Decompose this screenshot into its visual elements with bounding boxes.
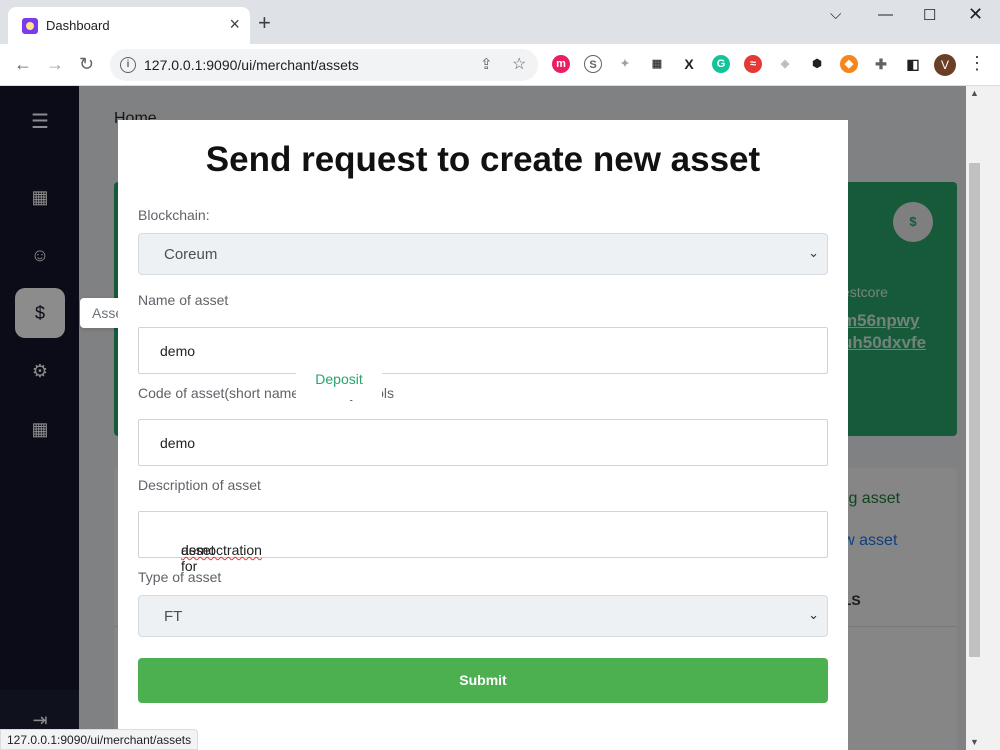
- page-viewport: ☰ ▦ ☺ $ ⚙ ▦ ⇥ Home $ estcore m56npwy uh5…: [0, 86, 966, 750]
- close-window-icon[interactable]: ✕: [968, 4, 983, 25]
- site-info-icon[interactable]: i: [120, 57, 136, 73]
- sidepanel-icon[interactable]: ◧: [904, 55, 922, 73]
- qr-icon[interactable]: ▦: [648, 55, 666, 73]
- browser-tab[interactable]: Dashboard ×: [8, 7, 250, 44]
- new-tab-icon[interactable]: +: [258, 12, 271, 34]
- metamask-icon[interactable]: ◆: [840, 55, 858, 73]
- type-label: Type of asset: [138, 569, 222, 585]
- chevron-down-icon: ⌄: [808, 245, 819, 260]
- maximize-icon[interactable]: ☐: [923, 6, 936, 24]
- submit-button[interactable]: Submit: [138, 658, 828, 703]
- more-menu-icon[interactable]: ⋮: [968, 53, 986, 74]
- tab-close-icon[interactable]: ×: [229, 15, 240, 33]
- code-value: demo: [160, 435, 196, 451]
- description-label: Description of asset: [138, 477, 261, 493]
- share-icon[interactable]: ⇪: [480, 55, 493, 73]
- x-icon[interactable]: X: [680, 55, 698, 73]
- chevron-down-icon: ⌄: [808, 607, 819, 622]
- scroll-down-icon[interactable]: ▼: [966, 737, 983, 747]
- skype-icon[interactable]: S: [584, 55, 602, 73]
- favicon-icon: [22, 18, 38, 34]
- forward-icon[interactable]: →: [46, 54, 64, 74]
- blockchain-label: Blockchain:: [138, 207, 210, 223]
- type-value: FT: [164, 608, 183, 625]
- scroll-thumb[interactable]: [969, 163, 980, 657]
- create-asset-modal: Send request to create new asset Blockch…: [118, 120, 848, 750]
- extension-grey-icon[interactable]: ◈: [776, 55, 794, 73]
- minimize-icon[interactable]: —: [878, 6, 893, 23]
- extension-red-icon[interactable]: ≈: [744, 55, 762, 73]
- status-bubble: 127.0.0.1:9090/ui/merchant/assets: [0, 729, 199, 750]
- cube-icon[interactable]: ⬢: [808, 55, 826, 73]
- scroll-up-icon[interactable]: ▲: [966, 88, 983, 98]
- name-label: Name of asset: [138, 292, 229, 308]
- name-value: demo: [160, 343, 196, 359]
- extension-m-icon[interactable]: m: [552, 55, 570, 73]
- description-input[interactable]: asset for democtration: [138, 511, 828, 574]
- address-bar[interactable]: i 127.0.0.1:9090/ui/merchant/assets ⇪ ☆: [110, 49, 538, 81]
- blockchain-value: Coreum: [164, 246, 218, 263]
- type-select[interactable]: FT ⌄: [138, 595, 828, 637]
- back-icon[interactable]: ←: [14, 54, 32, 74]
- puzzle-icon[interactable]: ✚: [872, 55, 890, 73]
- description-misspelled: democtration: [181, 542, 262, 558]
- profile-avatar[interactable]: V: [934, 54, 956, 76]
- blockchain-select[interactable]: Coreum ⌄: [138, 233, 828, 275]
- name-input[interactable]: demo: [138, 327, 828, 374]
- deposit-tab[interactable]: Deposit: [296, 356, 382, 400]
- address-url[interactable]: 127.0.0.1:9090/ui/merchant/assets: [144, 57, 359, 73]
- bird-icon[interactable]: ✦: [616, 55, 634, 73]
- chevron-down-icon[interactable]: ⌵: [830, 6, 841, 23]
- code-input[interactable]: demo: [138, 419, 828, 466]
- bookmark-star-icon[interactable]: ☆: [512, 54, 526, 74]
- page-scrollbar[interactable]: ▲ ▼: [966, 86, 1000, 750]
- browser-titlebar: Dashboard × + ⌵ — ☐ ✕: [0, 0, 1000, 44]
- tab-title: Dashboard: [46, 18, 110, 33]
- modal-title: Send request to create new asset: [205, 140, 761, 179]
- grammarly-icon[interactable]: G: [712, 55, 730, 73]
- browser-toolbar: ← → ↻ i 127.0.0.1:9090/ui/merchant/asset…: [0, 44, 1000, 86]
- reload-icon[interactable]: ↻: [79, 54, 94, 74]
